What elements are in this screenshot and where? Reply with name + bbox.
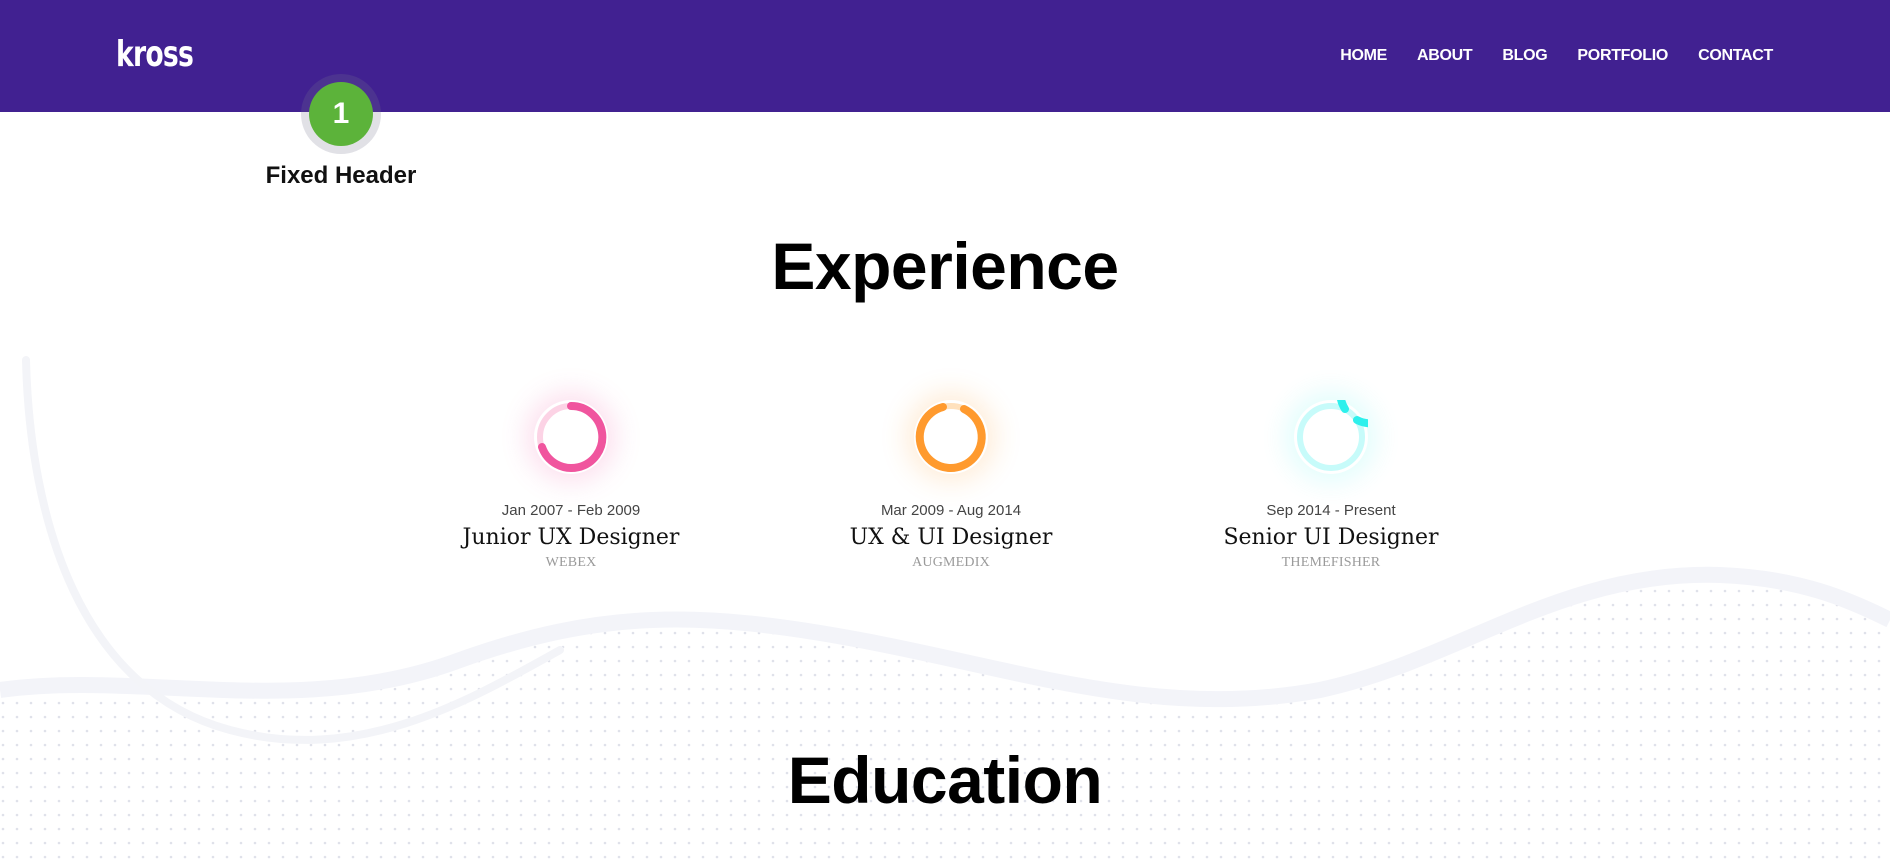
experience-item: Mar 2009 - Aug 2014 UX & UI Designer AUG… <box>781 400 1121 572</box>
experience-date: Mar 2009 - Aug 2014 <box>880 502 1022 519</box>
step-label: Fixed Header <box>265 162 417 189</box>
nav-item-portfolio: PORTFOLIO <box>1577 46 1668 66</box>
experience-role: UX & UI Designer <box>849 525 1053 550</box>
experience-role: Junior UX Designer <box>462 525 680 550</box>
education-heading: Education <box>787 743 1103 817</box>
nav-link-portfolio[interactable]: PORTFOLIO <box>1577 47 1668 64</box>
nav-link-about[interactable]: ABOUT <box>1417 47 1473 64</box>
nav-item-about: ABOUT <box>1417 46 1473 66</box>
cyan-ring-icon <box>1294 400 1368 474</box>
nav-link-blog[interactable]: BLOG <box>1502 47 1547 64</box>
experience-heading: Experience <box>771 229 1119 303</box>
experience-company: AUGMEDIX <box>912 555 990 570</box>
experience-date: Jan 2007 - Feb 2009 <box>501 502 641 519</box>
experience-item: Jan 2007 - Feb 2009 Junior UX Designer W… <box>401 400 741 572</box>
main-nav: HOME ABOUT BLOG PORTFOLIO CONTACT <box>1340 46 1773 66</box>
nav-link-contact[interactable]: CONTACT <box>1698 47 1773 64</box>
step-badge: 1 <box>309 82 373 146</box>
experience-item: Sep 2014 - Present Senior UI Designer TH… <box>1161 400 1501 572</box>
experience-company: THEMEFISHER <box>1281 555 1381 570</box>
nav-link-home[interactable]: HOME <box>1340 47 1387 64</box>
experience-role: Senior UI Designer <box>1223 525 1439 550</box>
site-header: kross HOME ABOUT BLOG PORTFOLIO CONTACT <box>0 0 1890 112</box>
logo[interactable]: kross <box>116 34 194 76</box>
experience-date: Sep 2014 - Present <box>1266 502 1396 519</box>
nav-item-home: HOME <box>1340 46 1387 66</box>
orange-ring-icon <box>914 400 988 474</box>
pink-ring-icon <box>534 400 608 474</box>
page: kross HOME ABOUT BLOG PORTFOLIO CONTACT … <box>0 0 1890 860</box>
experience-company: WEBEX <box>545 555 597 570</box>
nav-item-blog: BLOG <box>1502 46 1547 66</box>
nav-item-contact: CONTACT <box>1698 46 1773 66</box>
